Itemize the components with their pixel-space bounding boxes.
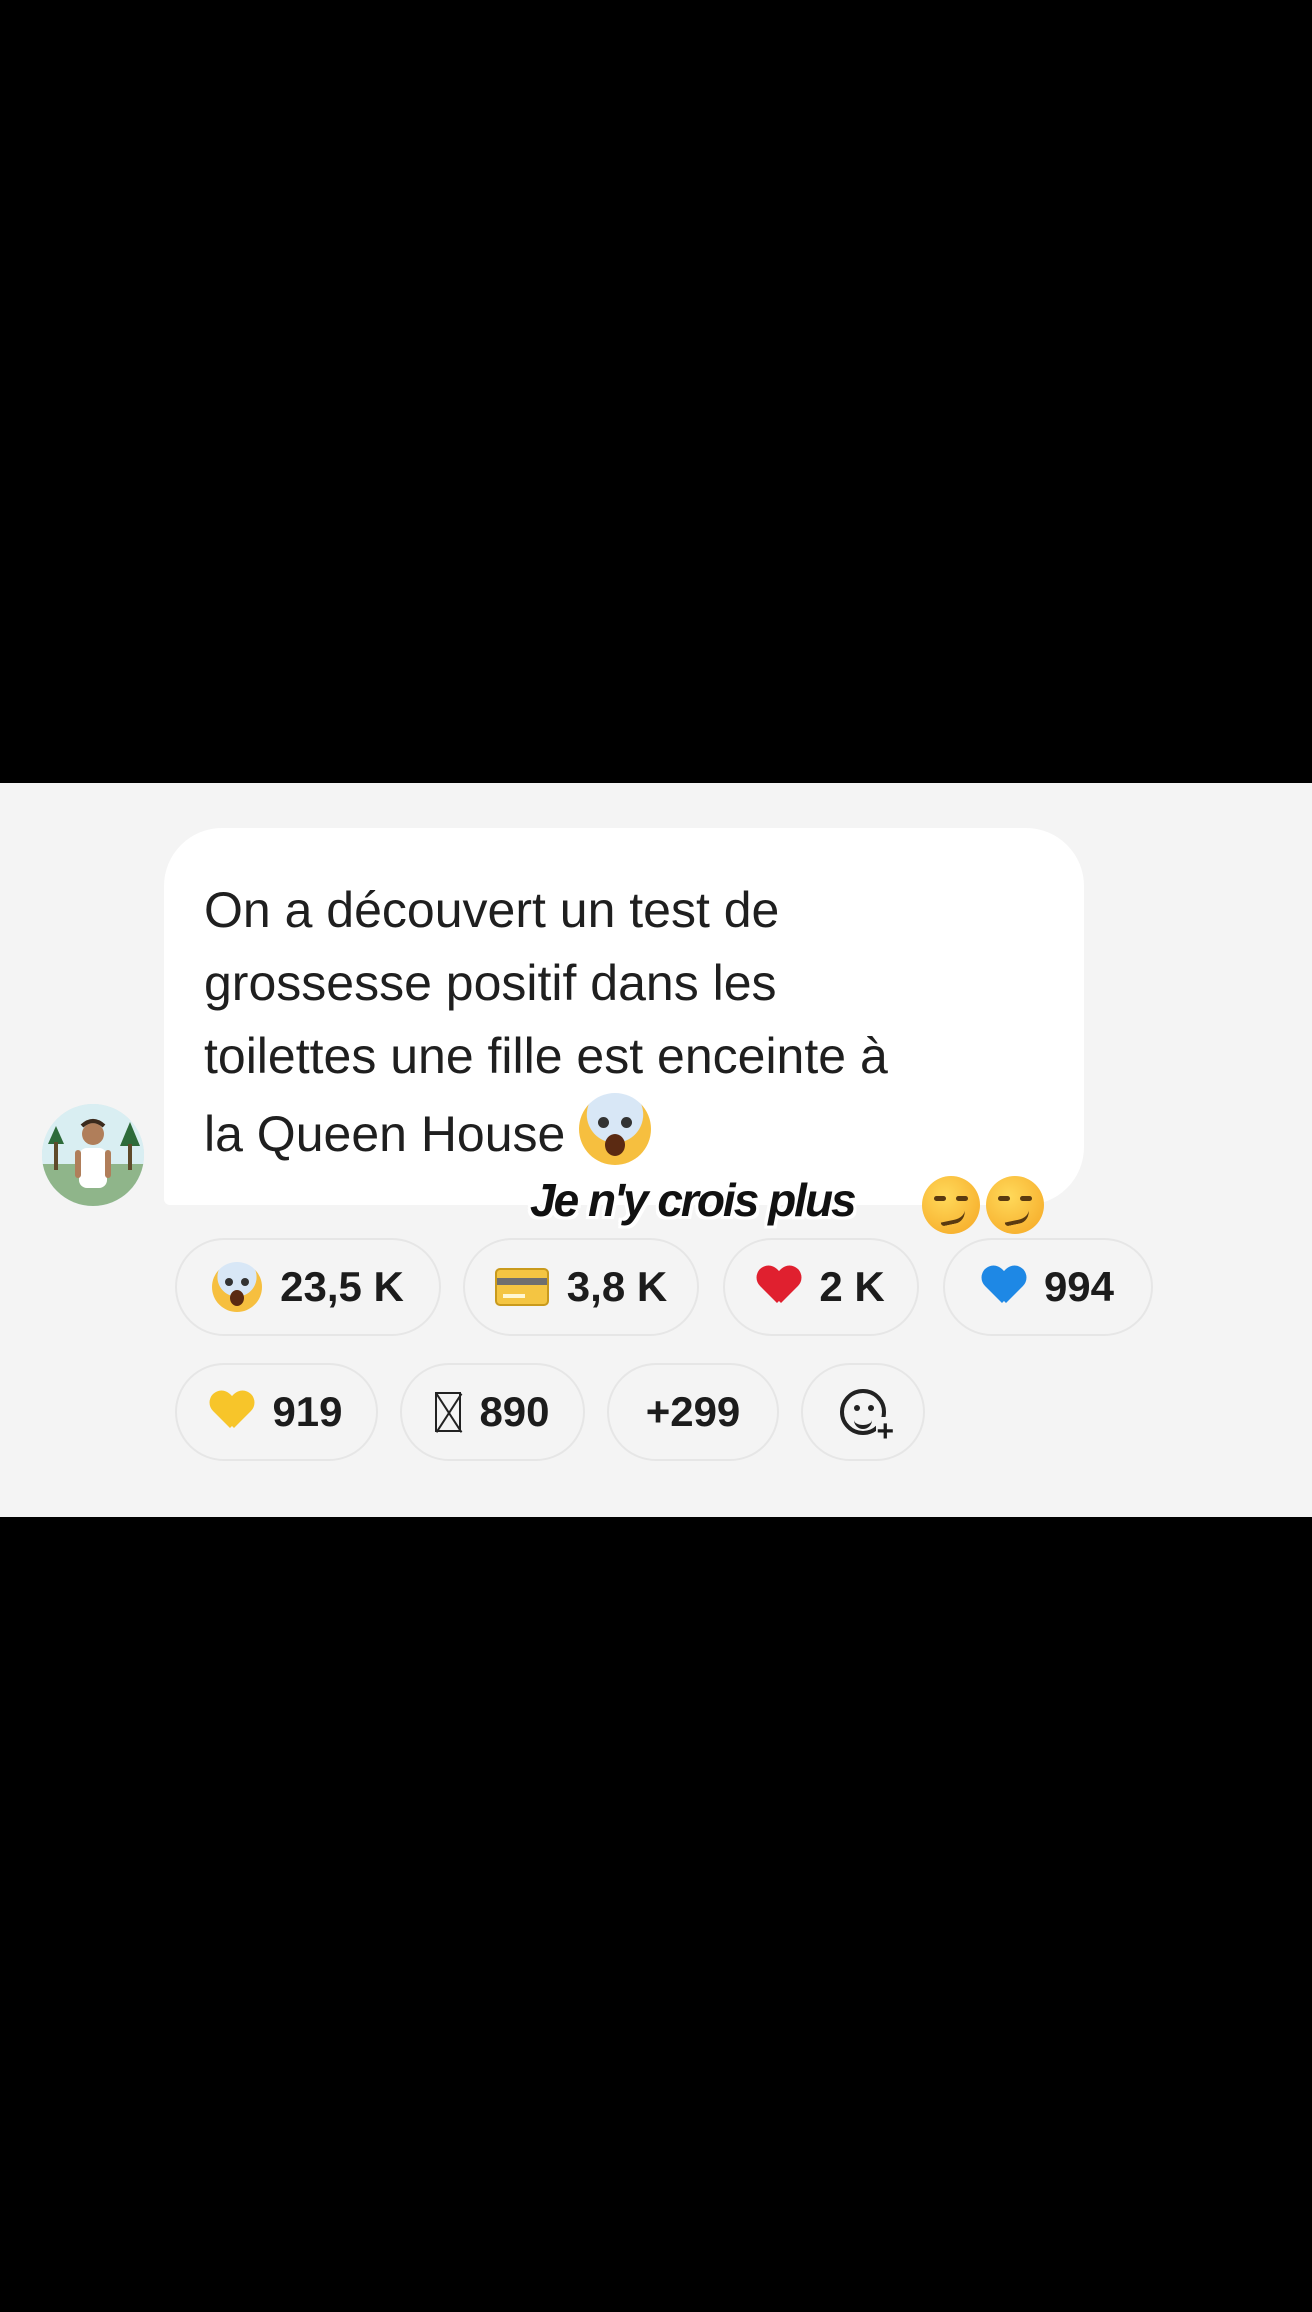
- scream-emoji-icon: [212, 1262, 263, 1312]
- reaction-count: 919: [272, 1388, 343, 1435]
- blue-heart-emoji-icon: [982, 1267, 1026, 1307]
- red-heart-emoji-icon: [757, 1267, 801, 1307]
- user-avatar[interactable]: [42, 1104, 144, 1206]
- unsupported-glyph-icon: [435, 1392, 462, 1432]
- message-text: On a découvert un test de grossesse posi…: [204, 874, 1064, 1171]
- reaction-unsupported[interactable]: 890: [400, 1363, 585, 1461]
- reaction-count: 23,5 K: [280, 1263, 404, 1310]
- reaction-yellow-heart[interactable]: 919: [175, 1363, 378, 1461]
- reaction-count: 890: [479, 1388, 550, 1435]
- reaction-red-heart[interactable]: 2 K: [723, 1238, 919, 1336]
- overlay-emojis: [922, 1176, 1044, 1234]
- more-reactions-button[interactable]: +299: [607, 1363, 779, 1461]
- reaction-scream[interactable]: 23,5 K: [175, 1238, 441, 1336]
- yellow-heart-emoji-icon: [210, 1392, 254, 1432]
- message-bubble[interactable]: On a découvert un test de grossesse posi…: [164, 828, 1084, 1205]
- credit-card-emoji-icon: [494, 1268, 549, 1306]
- add-reaction-icon: [840, 1389, 894, 1447]
- reaction-blue-heart[interactable]: 994: [943, 1238, 1153, 1336]
- reaction-card[interactable]: 3,8 K: [463, 1238, 699, 1336]
- bottom-black-area: [0, 1517, 1312, 2312]
- comment-panel: On a découvert un test de grossesse posi…: [0, 783, 1312, 1517]
- reaction-count: 994: [1043, 1263, 1115, 1310]
- reaction-count: 2 K: [819, 1263, 885, 1310]
- smirk-emoji-icon: [986, 1176, 1044, 1234]
- scream-emoji-icon: [579, 1093, 652, 1165]
- top-black-area: [0, 0, 1312, 783]
- more-reactions-count: +299: [645, 1388, 741, 1435]
- add-reaction-button[interactable]: [801, 1363, 925, 1461]
- smirk-emoji-icon: [922, 1176, 980, 1234]
- overlay-caption: Je n'y crois plus: [530, 1174, 857, 1226]
- reaction-count: 3,8 K: [566, 1263, 668, 1310]
